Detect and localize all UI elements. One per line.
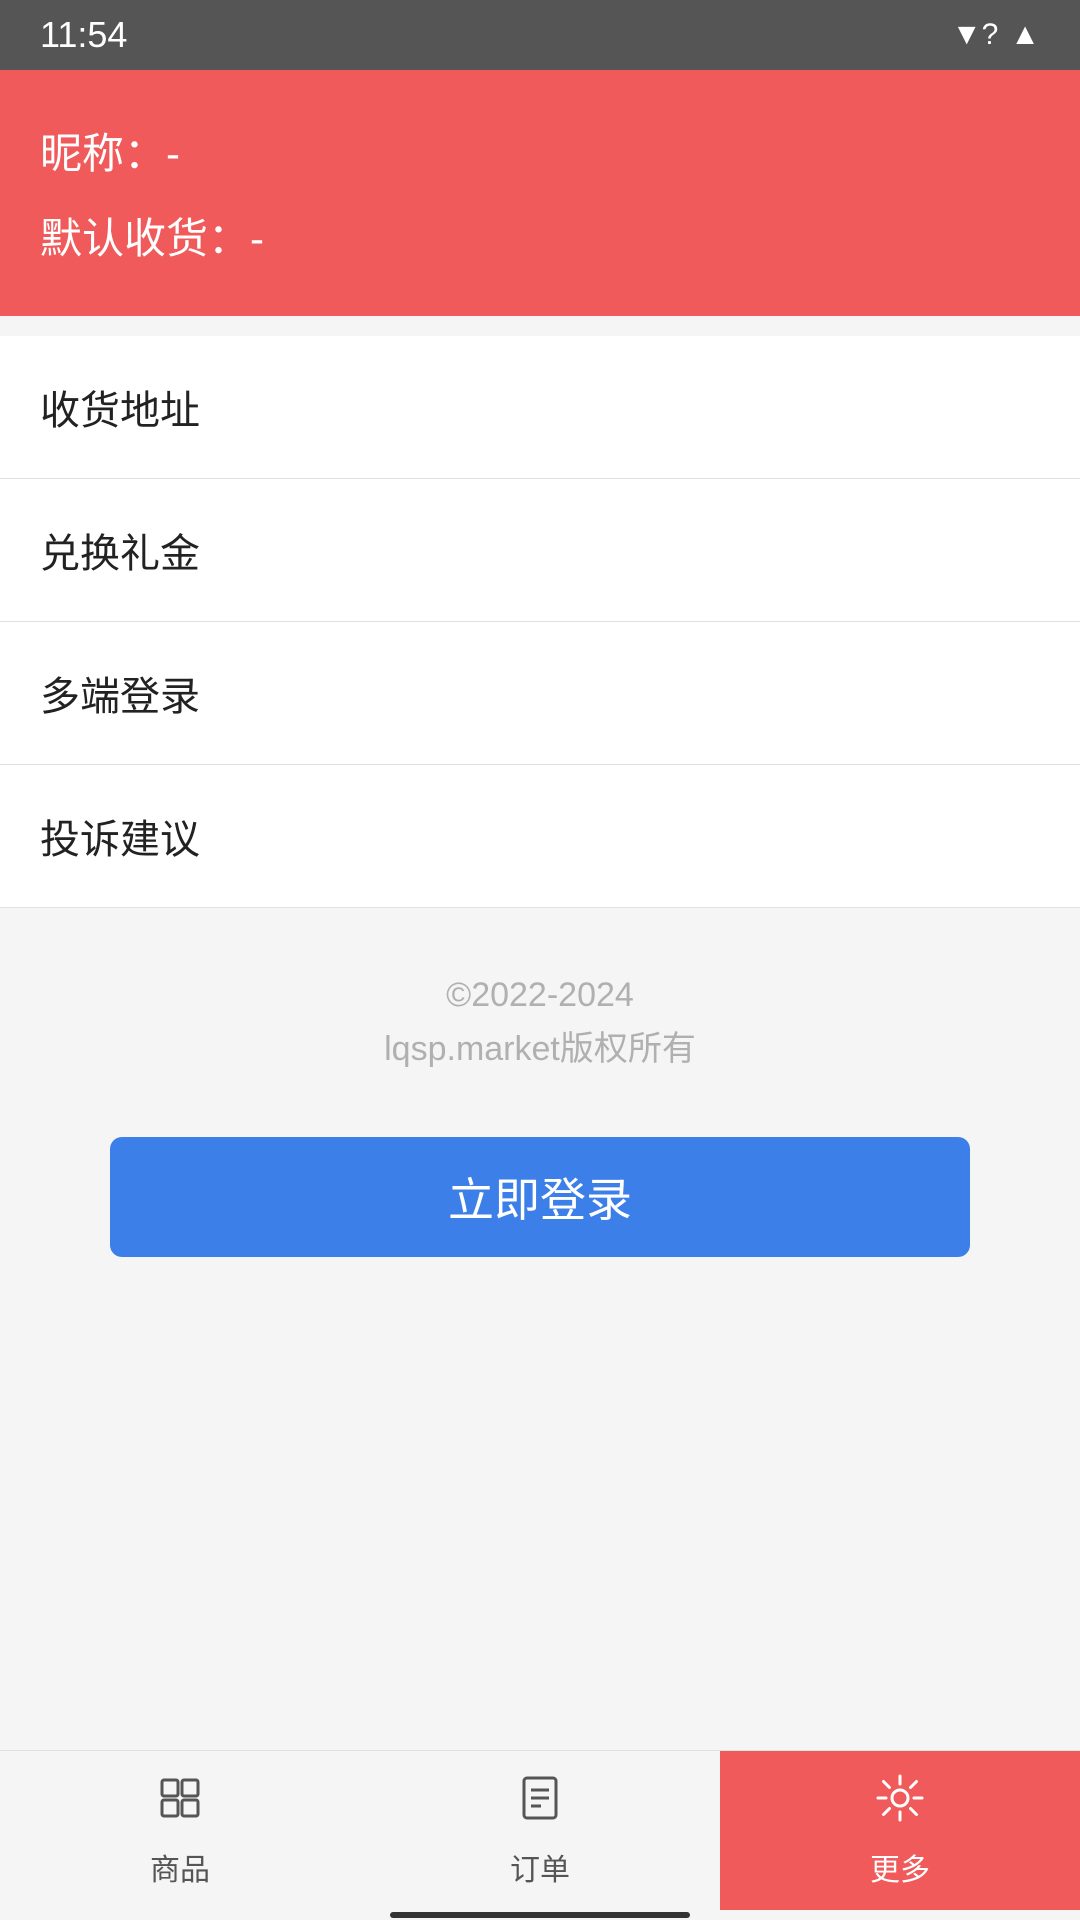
nav-item-more[interactable]: 更多 <box>720 1751 1080 1910</box>
copyright-text: ©2022-2024 lqsp.market版权所有 <box>384 968 696 1077</box>
menu-item-redeem-gift[interactable]: 兑换礼金 <box>0 479 1080 622</box>
wifi-icon: ▼? <box>952 18 998 52</box>
nav-label-orders: 订单 <box>510 1845 570 1889</box>
menu-item-complaints[interactable]: 投诉建议 <box>0 765 1080 908</box>
profile-nickname: 昵称：- <box>40 120 1040 181</box>
home-indicator-bar <box>390 1912 690 1918</box>
login-button[interactable]: 立即登录 <box>110 1137 970 1257</box>
status-bar: 11:54 ▼? ▲ <box>0 0 1080 70</box>
status-time: 11:54 <box>40 14 127 56</box>
nav-label-more: 更多 <box>870 1845 930 1889</box>
nav-item-goods[interactable]: 商品 <box>0 1751 360 1910</box>
menu-item-multi-login[interactable]: 多端登录 <box>0 622 1080 765</box>
home-indicator <box>0 1910 1080 1920</box>
nav-label-goods: 商品 <box>150 1845 210 1889</box>
nav-item-orders[interactable]: 订单 <box>360 1751 720 1910</box>
status-icons: ▼? ▲ <box>952 18 1040 52</box>
signal-icon: ▲ <box>1010 18 1040 52</box>
profile-address: 默认收货：- <box>40 205 1040 266</box>
content-area: ©2022-2024 lqsp.market版权所有 立即登录 <box>0 908 1080 1750</box>
orders-icon <box>514 1772 566 1837</box>
menu-list: 收货地址 兑换礼金 多端登录 投诉建议 <box>0 316 1080 908</box>
bottom-nav: 商品 订单 更多 <box>0 1750 1080 1910</box>
more-icon <box>874 1772 926 1837</box>
menu-item-shipping-address[interactable]: 收货地址 <box>0 336 1080 479</box>
goods-icon <box>154 1772 206 1837</box>
profile-header: 昵称：- 默认收货：- <box>0 70 1080 316</box>
